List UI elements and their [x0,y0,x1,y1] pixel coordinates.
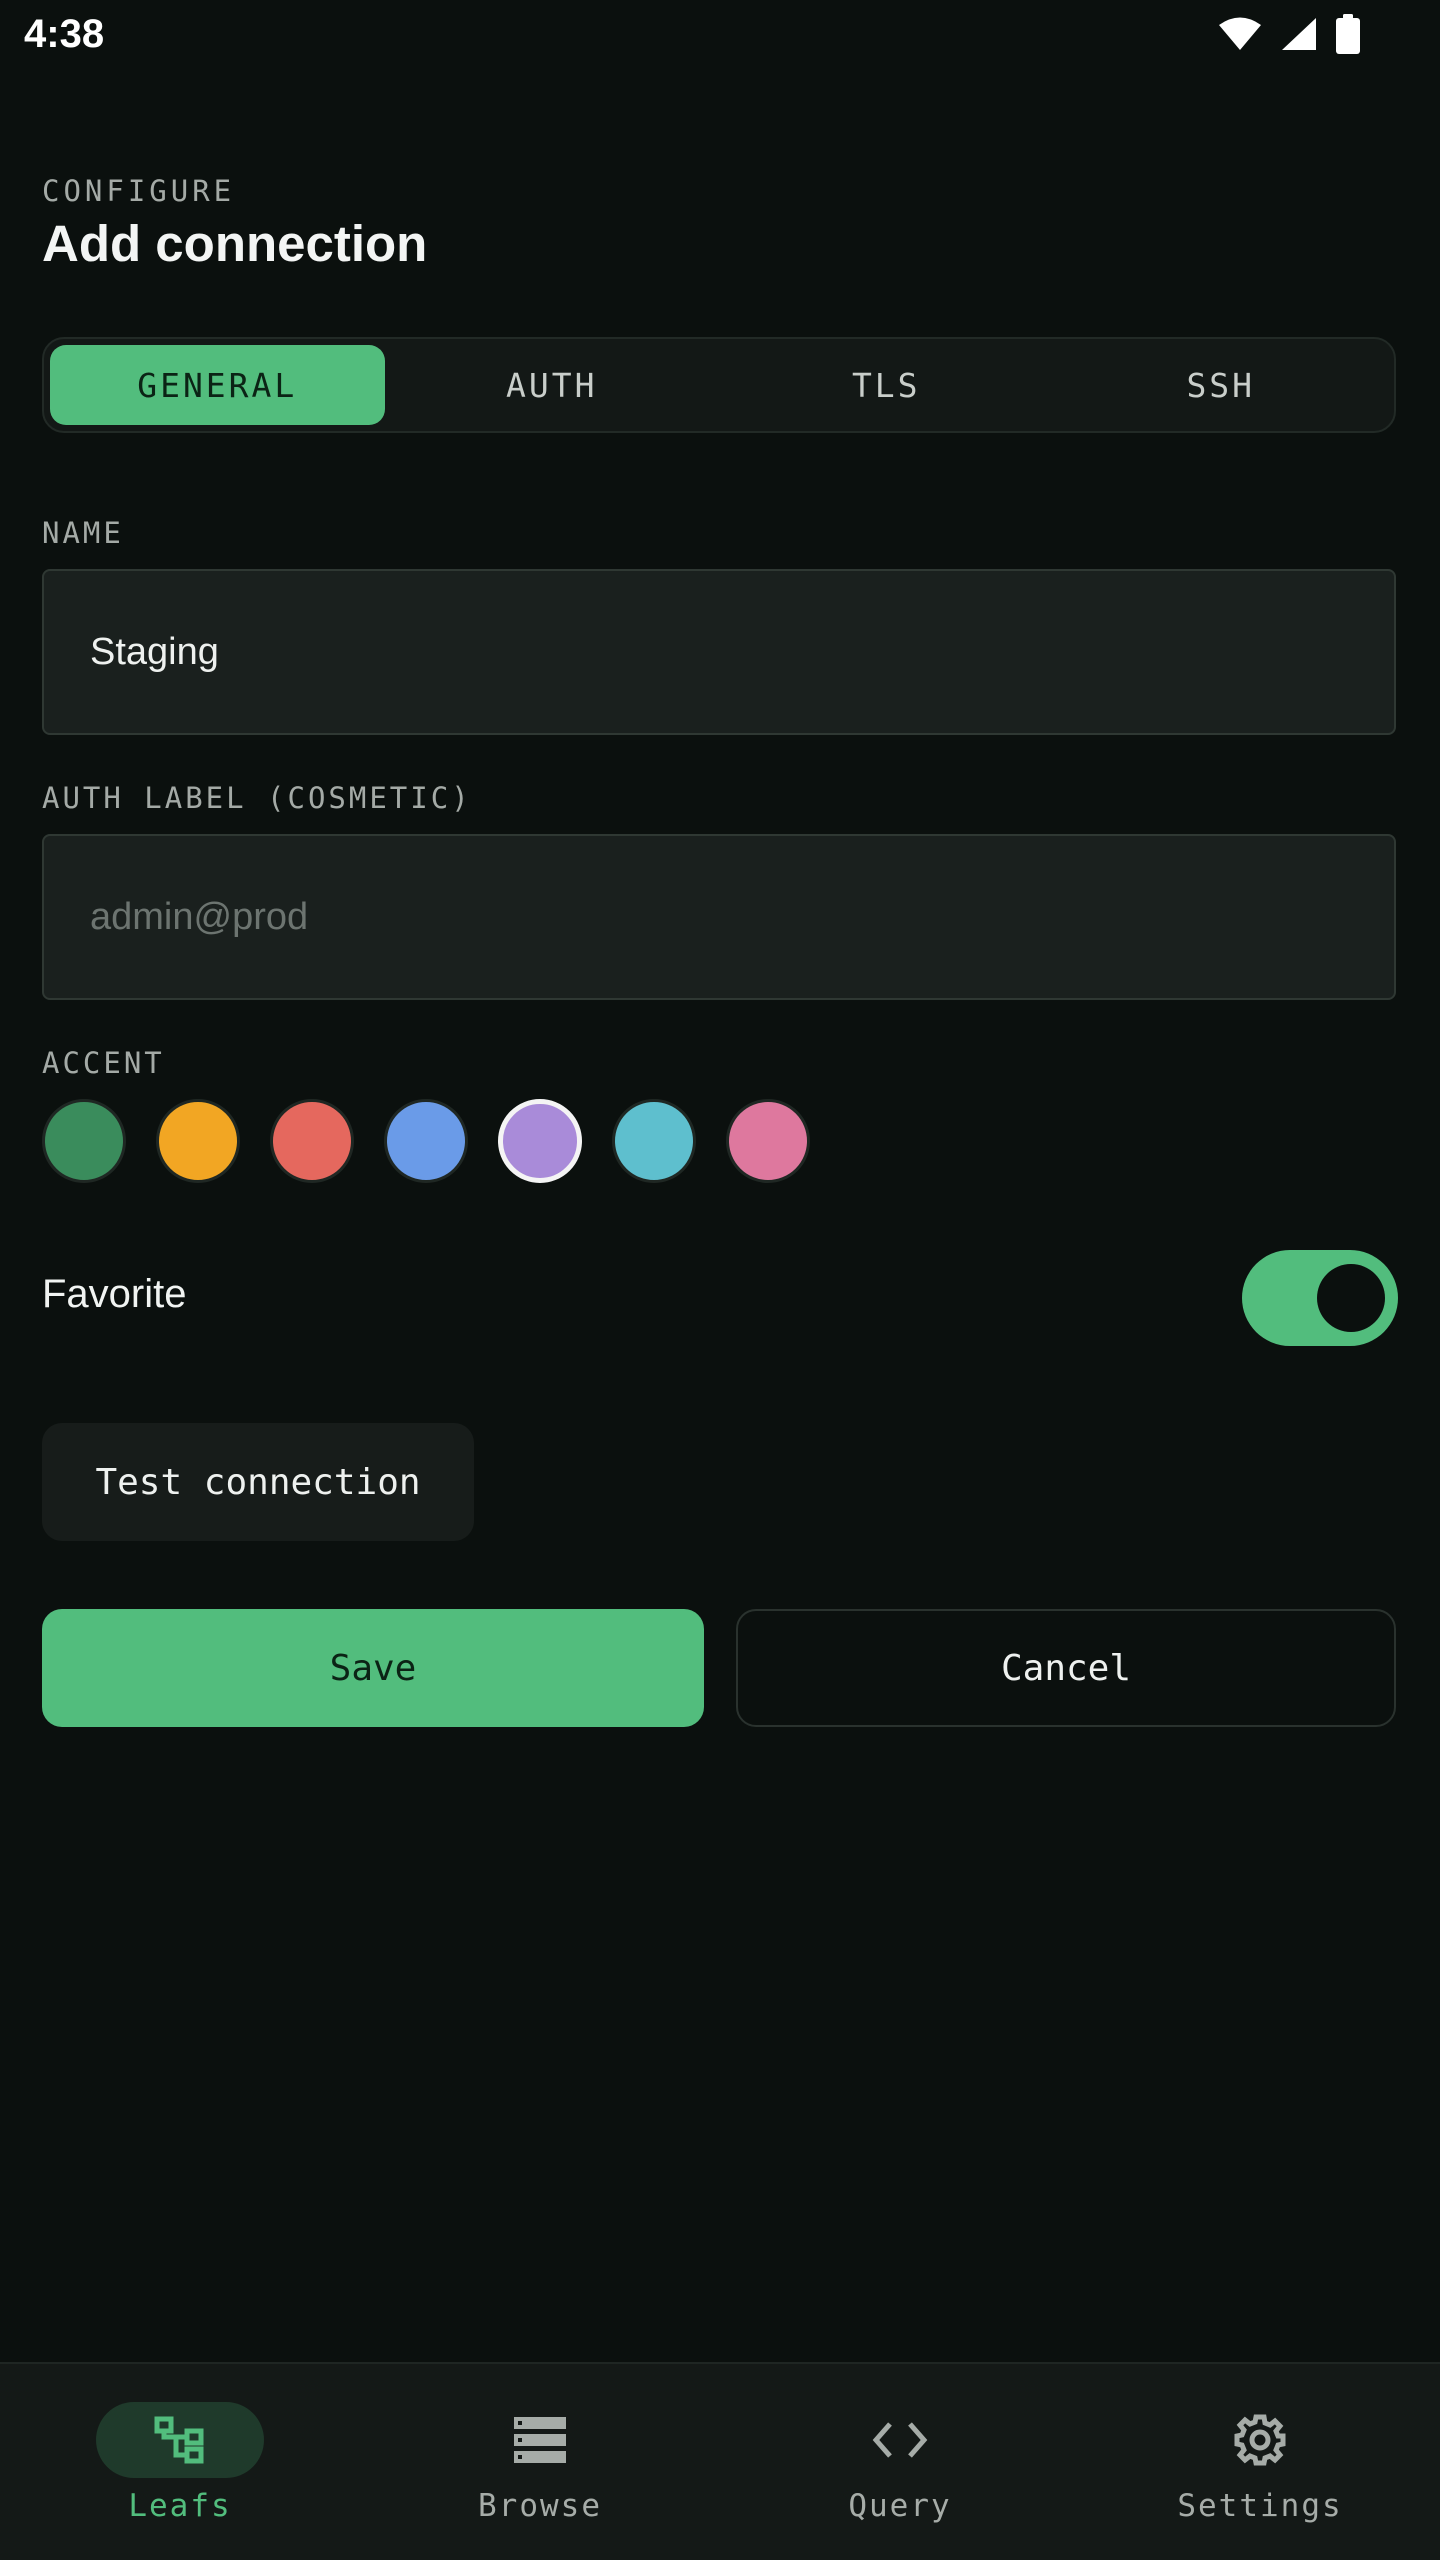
status-icons [1218,14,1360,54]
auth-label-field[interactable]: admin@prod [42,834,1396,1000]
accent-swatch-teal[interactable] [612,1099,696,1183]
favorite-label: Favorite [42,1272,187,1316]
list-icon [514,2417,566,2463]
tab-ssh[interactable]: SSH [1054,345,1389,425]
toggle-knob [1317,1264,1385,1332]
tab-tls[interactable]: TLS [719,345,1054,425]
save-button[interactable]: Save [42,1609,704,1727]
accent-swatches [42,1099,810,1183]
nav-item-settings[interactable]: Settings [1080,2364,1440,2560]
nav-label-leafs: Leafs [128,2488,232,2524]
nav-label-settings: Settings [1177,2488,1343,2524]
tab-auth[interactable]: AUTH [385,345,720,425]
nav-icon-pill [1176,2402,1344,2478]
signal-icon [1282,18,1316,50]
cancel-button[interactable]: Cancel [736,1609,1396,1727]
nav-label-query: Query [848,2488,952,2524]
bottom-nav: Leafs Browse Query Settings [0,2362,1440,2560]
nav-icon-pill [456,2402,624,2478]
accent-swatch-red[interactable] [270,1099,354,1183]
page-title: Add connection [42,215,428,272]
name-label: NAME [42,516,124,550]
accent-swatch-green[interactable] [42,1099,126,1183]
nav-icon-pill [96,2402,264,2478]
accent-swatch-orange[interactable] [156,1099,240,1183]
tab-general[interactable]: GENERAL [50,345,385,425]
name-value: Staging [90,630,219,673]
battery-icon [1336,14,1360,54]
tab-bar: GENERAL AUTH TLS SSH [42,337,1396,433]
accent-swatch-pink[interactable] [726,1099,810,1183]
nav-icon-pill [816,2402,984,2478]
nav-item-leafs[interactable]: Leafs [0,2364,360,2560]
name-field[interactable]: Staging [42,569,1396,735]
code-icon [872,2422,928,2458]
accent-label: ACCENT [42,1046,165,1080]
gear-icon [1234,2414,1286,2466]
test-connection-button[interactable]: Test connection [42,1423,474,1541]
nav-label-browse: Browse [478,2488,602,2524]
status-time: 4:38 [24,12,105,56]
favorite-toggle[interactable] [1242,1250,1398,1346]
accent-swatch-purple[interactable] [498,1099,582,1183]
tree-icon [154,2416,204,2464]
wifi-icon [1219,17,1261,50]
accent-swatch-blue[interactable] [384,1099,468,1183]
nav-item-query[interactable]: Query [720,2364,1080,2560]
nav-item-browse[interactable]: Browse [360,2364,720,2560]
auth-label-label: AUTH LABEL (COSMETIC) [42,781,472,815]
page-eyebrow: CONFIGURE [42,174,236,208]
auth-label-placeholder: admin@prod [90,895,309,938]
